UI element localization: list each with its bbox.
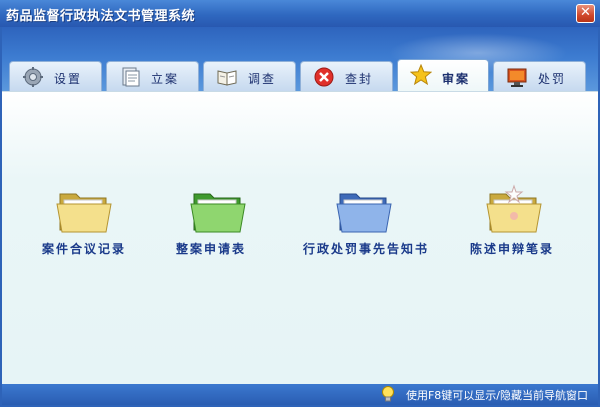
block-icon: [314, 67, 334, 87]
gear-icon: [23, 67, 43, 87]
tab-filing[interactable]: 立案: [106, 61, 199, 91]
folder-label[interactable]: 整案申请表: [176, 240, 246, 257]
lightbulb-icon: [382, 386, 394, 402]
tab-label: 调查: [248, 72, 277, 86]
book-icon: [217, 70, 237, 86]
folder-label[interactable]: 案件合议记录: [42, 240, 126, 257]
document-icon: [122, 67, 140, 87]
folder-label[interactable]: 陈述申辩笔录: [470, 240, 554, 257]
folder-icon[interactable]: [484, 182, 544, 238]
tab-penalty[interactable]: 处罚: [493, 61, 586, 91]
tab-label: 立案: [151, 72, 180, 86]
main-window: 药品监督行政执法文书管理系统 ✕ 设置 立案 调查 查封 审案 处罚 案件合议记…: [0, 0, 600, 407]
status-bar: 使用F8键可以显示/隐藏当前导航窗口: [2, 384, 598, 405]
folder-icon[interactable]: [334, 182, 394, 238]
folder-icon[interactable]: [54, 182, 114, 238]
tab-label: 处罚: [538, 72, 567, 86]
window-title: 药品监督行政执法文书管理系统: [6, 9, 196, 24]
monitor-icon: [507, 68, 527, 87]
star-icon: [410, 64, 432, 86]
status-hint: 使用F8键可以显示/隐藏当前导航窗口: [405, 389, 588, 402]
close-button[interactable]: ✕: [576, 4, 595, 23]
tab-investigation[interactable]: 调查: [203, 61, 296, 91]
content-panel: 案件合议记录 整案申请表 行政处罚事先告知书 陈述申辩笔录: [2, 91, 598, 384]
tab-review[interactable]: 审案: [397, 59, 489, 92]
title-bar: 药品监督行政执法文书管理系统 ✕: [0, 0, 600, 27]
tab-label: 查封: [345, 72, 374, 86]
tab-seal[interactable]: 查封: [300, 61, 393, 91]
tab-settings[interactable]: 设置: [9, 61, 102, 91]
folder-icon[interactable]: [188, 182, 248, 238]
tab-label: 设置: [54, 72, 83, 86]
folder-label[interactable]: 行政处罚事先告知书: [303, 240, 429, 257]
tab-label: 审案: [442, 72, 471, 86]
